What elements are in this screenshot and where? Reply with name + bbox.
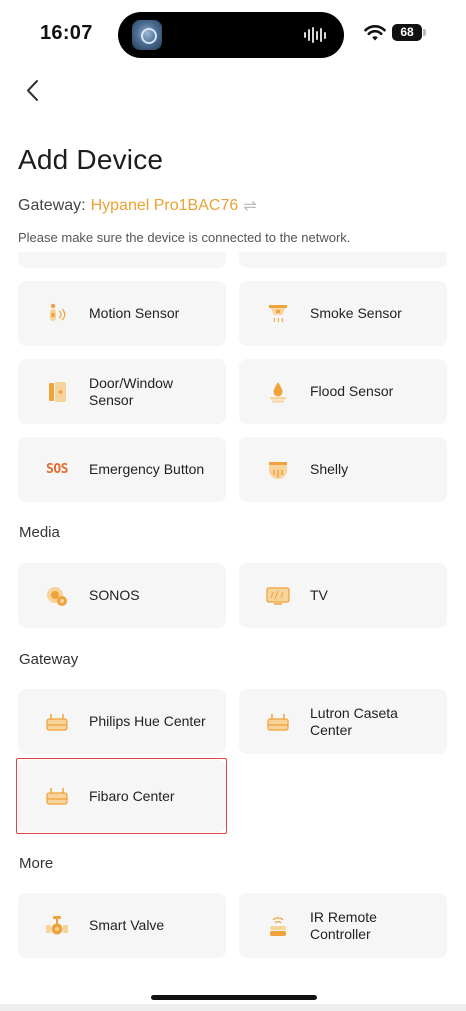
device-card-emergency-button[interactable]: SOS Emergency Button <box>18 437 226 502</box>
device-card-label: Fibaro Center <box>89 787 175 804</box>
connection-hint: Please make sure the device is connected… <box>18 230 351 245</box>
page-title: Add Device <box>18 144 164 175</box>
home-indicator[interactable] <box>151 995 317 1000</box>
device-card-label: TV <box>310 587 328 603</box>
wifi-icon <box>364 25 386 41</box>
bottom-strip <box>0 1004 466 1011</box>
device-card-label: Door/Window Sensor <box>89 374 174 408</box>
hub-icon <box>44 709 70 735</box>
smoke-sensor-icon <box>265 301 291 327</box>
battery-indicator: 68 <box>392 24 426 41</box>
device-card-lutron-caseta-center[interactable]: Lutron Caseta Center <box>239 689 447 754</box>
motion-sensor-icon <box>44 301 70 327</box>
device-card-label: Philips Hue Center <box>89 713 206 729</box>
section-title-more: More <box>19 855 54 872</box>
device-card-label: Motion Sensor <box>89 305 180 321</box>
section-title-media: Media <box>19 524 60 541</box>
shelly-icon <box>265 457 291 483</box>
gateway-selector[interactable]: Gateway: Hypanel Pro1BAC76 ⇌ <box>18 196 257 216</box>
device-card-fibaro-center[interactable]: Fibaro Center <box>18 760 226 832</box>
audio-waveform-icon <box>304 26 326 44</box>
device-card-shelly[interactable]: Shelly <box>239 437 447 502</box>
device-card-smoke-sensor[interactable]: Smoke Sensor <box>239 281 447 346</box>
device-card-smart-valve[interactable]: Smart Valve <box>18 893 226 958</box>
device-card-label: Smoke Sensor <box>310 305 402 321</box>
partial-card-left[interactable] <box>18 252 226 268</box>
device-card-flood-sensor[interactable]: Flood Sensor <box>239 359 447 424</box>
device-card-sonos[interactable]: SONOS <box>18 563 226 628</box>
back-button[interactable] <box>20 76 50 106</box>
device-card-tv[interactable]: TV <box>239 563 447 628</box>
status-time: 16:07 <box>40 22 93 44</box>
door-window-sensor-icon <box>44 379 70 405</box>
dynamic-island[interactable] <box>118 12 344 58</box>
flood-sensor-icon <box>265 379 291 405</box>
section-title-gateway: Gateway <box>19 651 79 668</box>
gateway-name[interactable]: Hypanel Pro1BAC76 <box>91 197 239 215</box>
device-card-label: Smart Valve <box>89 917 165 933</box>
sos-icon: SOS <box>44 457 70 483</box>
ir-remote-icon <box>265 913 291 939</box>
device-card-ir-remote-controller[interactable]: IR Remote Controller <box>239 893 447 958</box>
device-card-door-window-sensor[interactable]: Door/Window Sensor <box>18 359 226 424</box>
gateway-label: Gateway: <box>18 197 86 214</box>
status-bar: 16:07 68 <box>0 0 466 70</box>
hub-icon <box>44 783 70 809</box>
sos-icon-text: SOS <box>46 462 68 477</box>
device-card-motion-sensor[interactable]: Motion Sensor <box>18 281 226 346</box>
now-playing-app-icon <box>132 20 162 50</box>
valve-icon <box>44 913 70 939</box>
device-card-label: SONOS <box>89 587 140 603</box>
speaker-icon <box>44 583 70 609</box>
device-card-label: Flood Sensor <box>310 383 394 399</box>
device-card-label: Lutron Caseta Center <box>310 704 398 738</box>
device-card-label: Shelly <box>310 461 349 477</box>
partial-card-right[interactable] <box>239 252 447 268</box>
device-card-philips-hue-center[interactable]: Philips Hue Center <box>18 689 226 754</box>
device-card-label: IR Remote Controller <box>310 908 377 942</box>
device-card-label: Emergency Button <box>89 461 205 477</box>
tv-icon <box>265 583 291 609</box>
swap-icon[interactable]: ⇌ <box>243 196 256 216</box>
hub-icon <box>265 709 291 735</box>
device-list[interactable]: Motion Sensor Smoke Sensor Door/Window S… <box>0 252 466 1000</box>
